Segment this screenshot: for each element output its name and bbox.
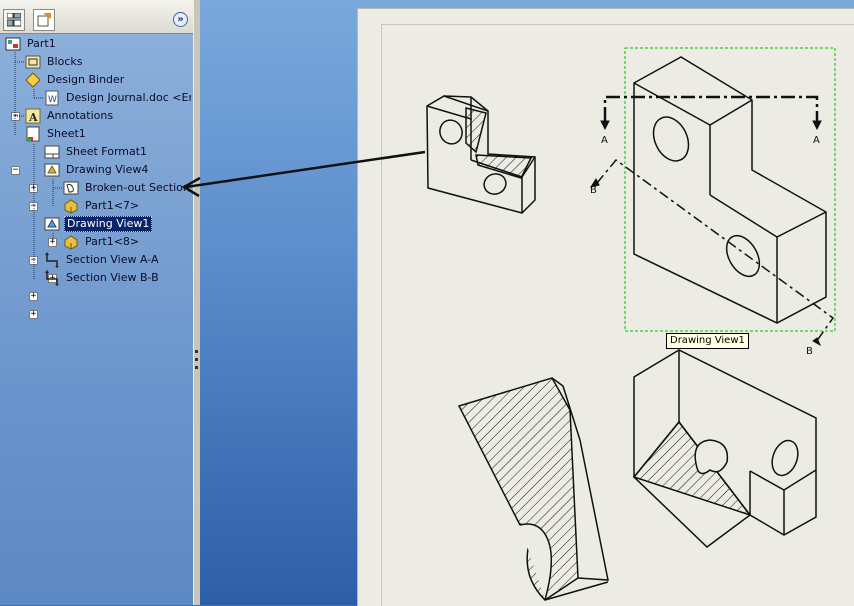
section-label-a-left: A bbox=[601, 135, 608, 146]
section-line-bb: B B bbox=[589, 158, 835, 357]
section-label-a-right: A bbox=[813, 135, 820, 146]
section-view-aa[interactable] bbox=[632, 349, 817, 548]
drawing-view4[interactable] bbox=[426, 95, 536, 214]
view-tooltip: Drawing View1 bbox=[666, 333, 749, 349]
section-label-b-bottom: B bbox=[806, 346, 813, 357]
section-view-bb[interactable] bbox=[457, 377, 609, 601]
section-label-b-top: B bbox=[590, 185, 597, 196]
callout-arrow bbox=[181, 150, 426, 198]
drawing-canvas: A A B B bbox=[181, 47, 836, 601]
